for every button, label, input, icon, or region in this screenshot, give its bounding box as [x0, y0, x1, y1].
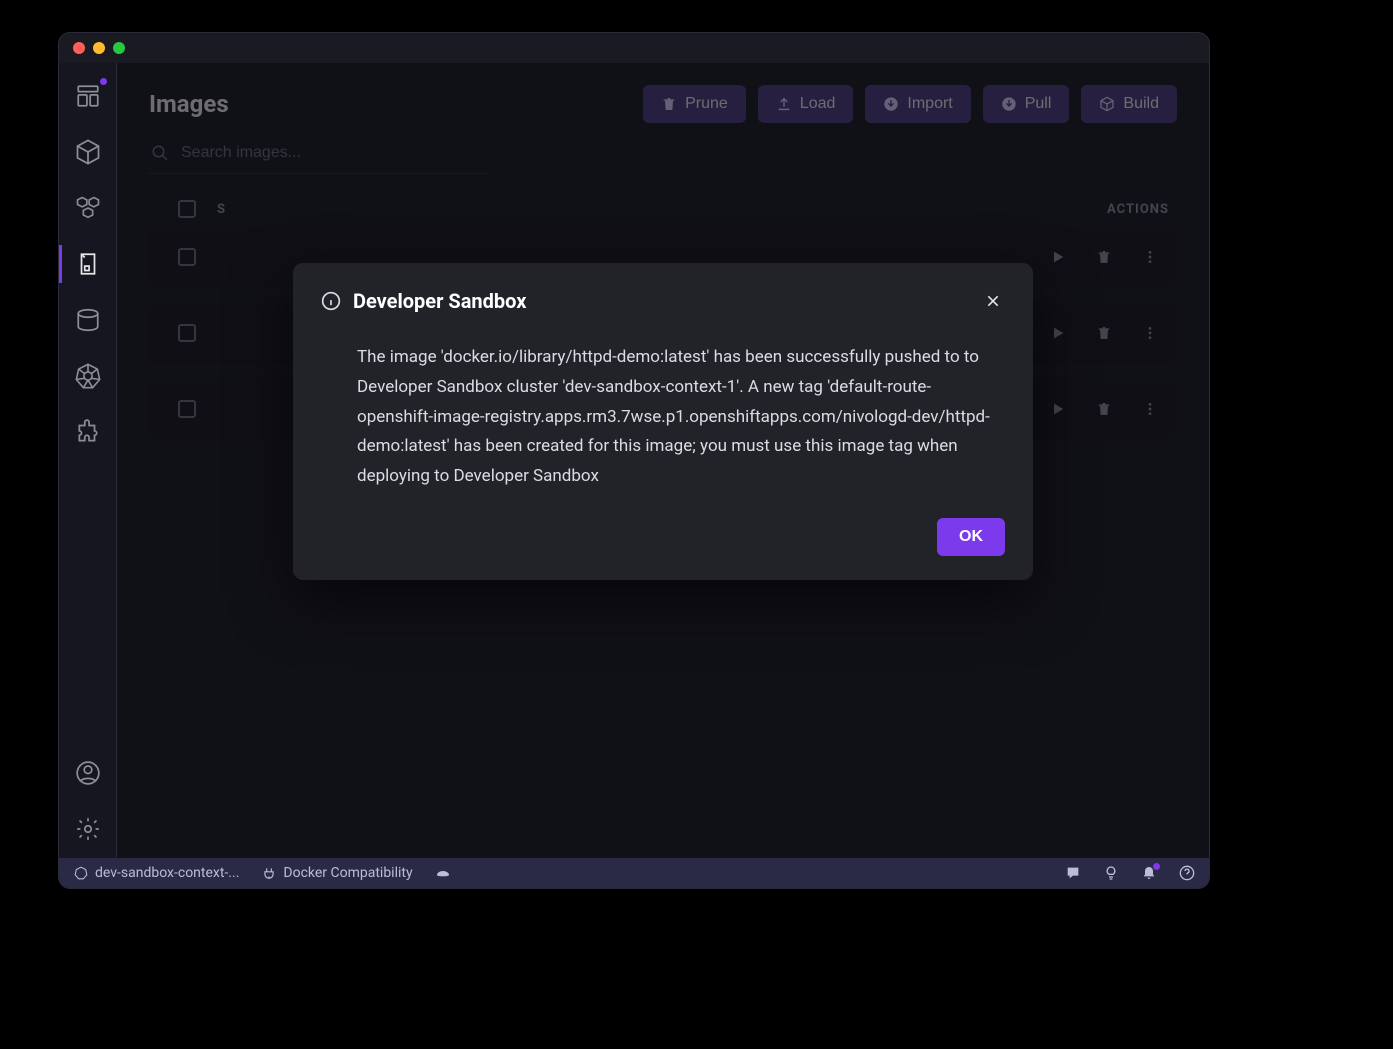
modal-overlay: Developer Sandbox The image 'docker.io/l…: [117, 63, 1209, 858]
info-icon: [321, 291, 341, 311]
lightbulb-icon[interactable]: [1103, 865, 1119, 881]
titlebar: [59, 33, 1209, 63]
status-docker-label: Docker Compatibility: [283, 865, 412, 881]
sidebar-item-volumes[interactable]: [73, 305, 103, 335]
sidebar-item-settings[interactable]: [73, 814, 103, 844]
main-content: Images Prune Load Import Pull: [117, 63, 1209, 858]
sidebar-item-pods[interactable]: [73, 193, 103, 223]
sidebar-item-images[interactable]: [73, 249, 103, 279]
modal-dialog: Developer Sandbox The image 'docker.io/l…: [293, 263, 1033, 580]
status-docker[interactable]: Docker Compatibility: [261, 865, 412, 881]
app-window: Images Prune Load Import Pull: [58, 32, 1210, 889]
modal-close-button[interactable]: [981, 289, 1005, 313]
help-icon[interactable]: [1179, 865, 1195, 881]
sidebar-item-kubernetes[interactable]: [73, 361, 103, 391]
chat-icon[interactable]: [1065, 865, 1081, 881]
notification-dot-icon: [1153, 863, 1160, 870]
window-minimize-icon[interactable]: [93, 42, 105, 54]
modal-body-text: The image 'docker.io/library/httpd-demo:…: [321, 335, 1005, 496]
status-redhat[interactable]: [435, 865, 451, 881]
modal-title: Developer Sandbox: [353, 289, 969, 313]
sidebar-item-dashboard[interactable]: [73, 81, 103, 111]
modal-ok-button[interactable]: OK: [937, 518, 1005, 556]
sidebar-item-account[interactable]: [73, 758, 103, 788]
status-context-label: dev-sandbox-context-...: [95, 865, 239, 881]
sidebar: [59, 63, 117, 858]
status-context[interactable]: dev-sandbox-context-...: [73, 865, 239, 881]
window-zoom-icon[interactable]: [113, 42, 125, 54]
window-close-icon[interactable]: [73, 42, 85, 54]
sidebar-item-containers[interactable]: [73, 137, 103, 167]
plug-icon: [261, 865, 277, 881]
window-body: Images Prune Load Import Pull: [59, 63, 1209, 858]
notification-dot-icon: [100, 78, 107, 85]
bell-icon[interactable]: [1141, 865, 1157, 881]
kubernetes-icon: [73, 865, 89, 881]
hat-icon: [435, 865, 451, 881]
status-bar: dev-sandbox-context-... Docker Compatibi…: [59, 858, 1209, 888]
sidebar-item-extensions[interactable]: [73, 417, 103, 447]
